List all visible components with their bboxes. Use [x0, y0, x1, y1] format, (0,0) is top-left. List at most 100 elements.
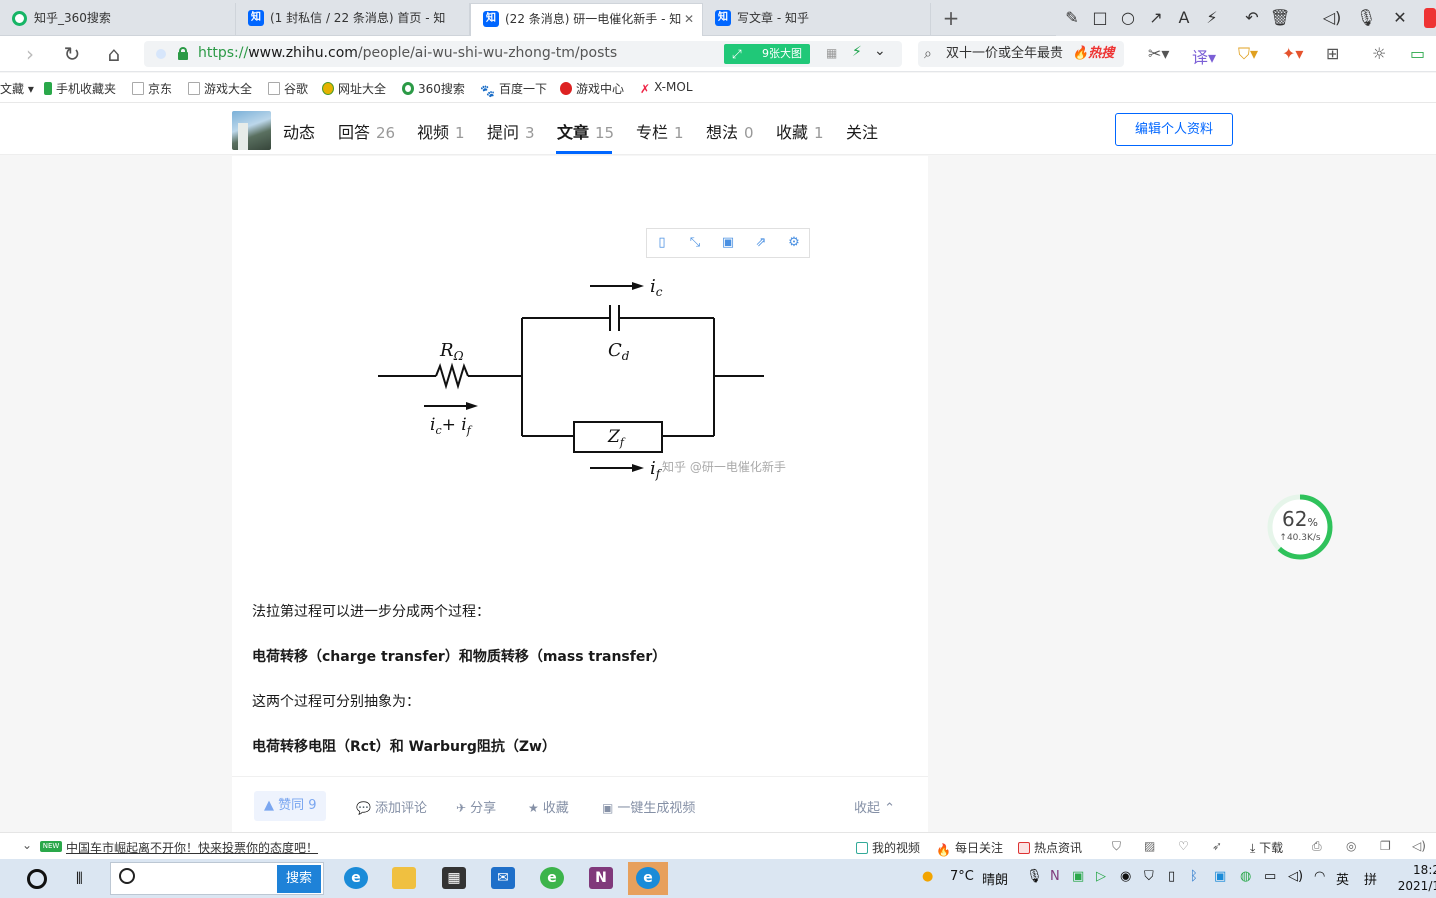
qr-code-icon[interactable]: ▦ — [826, 46, 837, 60]
tab-write-article[interactable]: 知 写文章 - 知乎 — [703, 3, 931, 36]
download-progress-ring[interactable]: 62% ↑40.3K/s — [1266, 493, 1334, 561]
wifi-icon[interactable]: ◠ — [1314, 869, 1325, 884]
ime-mode[interactable]: 拼 — [1364, 869, 1377, 888]
share-button[interactable]: ✈ 分享 — [456, 797, 496, 816]
undo-icon[interactable]: ↶ — [1242, 8, 1262, 28]
tab-360-search[interactable]: 知乎_360搜索 — [0, 3, 236, 36]
volume-icon[interactable]: ◁) — [1412, 839, 1426, 853]
ime-lang[interactable]: 英 — [1336, 869, 1349, 888]
tab-columns[interactable]: 专栏 1 — [636, 119, 684, 143]
tab-articles[interactable]: 文章 15 — [557, 119, 614, 143]
taskbar-mail[interactable]: ✉ — [483, 862, 523, 895]
bookmark-item[interactable]: 游戏大全 — [188, 80, 252, 97]
collapse-button[interactable]: 收起 ⌃ — [854, 797, 895, 816]
edit-profile-button[interactable]: 编辑个人资料 — [1115, 113, 1233, 146]
news-ticker-link[interactable]: 中国车市崛起离不开你！快来投票你的态度吧！ — [66, 839, 318, 856]
translate-icon[interactable]: 译▾ — [1192, 44, 1216, 68]
bookmark-item[interactable]: 谷歌 — [268, 80, 308, 97]
taskbar-ie[interactable]: e — [628, 862, 668, 895]
circle-icon[interactable]: ○ — [1118, 8, 1138, 28]
system-clock[interactable]: 18:2 2021/1 — [1396, 862, 1436, 894]
arrow-icon[interactable]: ↗ — [1146, 8, 1166, 28]
tab-videos[interactable]: 视频 1 — [417, 119, 465, 143]
onenote-tray-icon[interactable]: N — [1050, 869, 1060, 884]
rectangle-icon[interactable]: □ — [1090, 8, 1110, 28]
rocket-icon[interactable]: ➶ — [1212, 839, 1222, 853]
weather-temp[interactable]: 7°C — [950, 869, 974, 884]
taskbar-file-explorer[interactable] — [384, 862, 424, 895]
taskbar-store[interactable]: ▦ — [434, 862, 474, 895]
speed-mode-icon[interactable]: ⚡ — [852, 44, 862, 60]
comment-button[interactable]: 💬 添加评论 — [356, 797, 427, 816]
bookmark-item[interactable]: 京东 — [132, 80, 172, 97]
taskbar-search-button[interactable]: 搜索 — [277, 865, 321, 893]
close-icon[interactable]: ✕ — [1390, 8, 1410, 28]
bookmark-item[interactable]: 手机收藏夹 — [44, 80, 116, 97]
shield-icon[interactable]: ⛉▾ — [1238, 44, 1258, 64]
bookmark-item[interactable]: 🐾 百度一下 — [480, 80, 547, 98]
taskbar-onenote[interactable]: N — [581, 862, 621, 895]
tab-answers[interactable]: 回答 26 — [338, 119, 395, 143]
shield-icon[interactable]: ⛉ — [1144, 869, 1154, 884]
window-icon[interactable]: ❐ — [1380, 839, 1391, 853]
bookmark-item[interactable]: ✗ X-MOL — [640, 80, 693, 96]
text-icon[interactable]: A — [1174, 8, 1194, 28]
download-button[interactable]: ⤓ 下载 — [1250, 839, 1283, 856]
image-icon[interactable]: ▨ — [1144, 839, 1155, 853]
my-videos-button[interactable]: 我的视频 — [856, 839, 920, 856]
tab-thoughts[interactable]: 想法 0 — [706, 119, 754, 143]
edge-icon[interactable]: ◎ — [1346, 839, 1356, 853]
home-icon[interactable]: ⌂ — [102, 42, 126, 66]
favorite-button[interactable]: ★ 收藏 — [528, 797, 569, 816]
qq-icon[interactable]: ◉ — [1120, 869, 1131, 884]
cortana-circle-icon[interactable] — [27, 869, 47, 889]
tab-activity[interactable]: 动态 — [283, 119, 315, 143]
trash-icon[interactable]: 🗑 — [1270, 8, 1290, 28]
battery-icon[interactable]: ▭ — [1264, 869, 1276, 884]
new-tab-button[interactable]: + — [938, 4, 964, 32]
document-icon[interactable]: ▯ — [1168, 869, 1175, 884]
tab-zhihu-home[interactable]: 知 (1 封私信 / 22 条消息) 首页 - 知 — [236, 3, 470, 36]
close-icon[interactable]: ✕ — [684, 4, 694, 34]
taskbar-edge[interactable]: e — [336, 862, 376, 895]
bluetooth-icon[interactable]: ᛒ — [1190, 869, 1198, 884]
site-info-icon[interactable] — [156, 49, 166, 59]
shield-icon[interactable]: ⛉ — [1112, 839, 1121, 854]
taskbar-search-box[interactable]: 搜索 — [110, 862, 324, 895]
tab-following[interactable]: 关注 — [846, 119, 878, 143]
chevron-down-icon[interactable]: ⌄ — [22, 838, 32, 852]
tab-favorites[interactable]: 收藏 1 — [776, 119, 824, 143]
bookmark-item[interactable]: 360搜索 — [402, 80, 465, 97]
share-icon[interactable]: ⇗ — [752, 234, 770, 252]
microphone-icon[interactable]: 🎙 — [1026, 869, 1043, 884]
microphone-icon[interactable]: 🎙 — [1356, 8, 1376, 28]
magic-wand-icon[interactable]: ⚡ — [1202, 8, 1222, 28]
speaker-icon[interactable]: ◁) — [1322, 8, 1342, 28]
search-box[interactable]: ⌕ 双十一价或全年最贵 🔥热搜 — [918, 41, 1124, 67]
hot-news-button[interactable]: 热点资讯 — [1018, 839, 1082, 856]
play-icon[interactable]: ▷ — [1096, 869, 1106, 884]
bookmark-item[interactable]: 游戏中心 — [560, 80, 624, 97]
apps-grid-icon[interactable]: ⊞ — [1326, 44, 1339, 63]
globe-icon[interactable]: ◍ — [1240, 869, 1251, 884]
reload-icon[interactable]: ↻ — [60, 42, 84, 66]
battery-icon[interactable]: ▭ — [1410, 44, 1425, 63]
daily-follow-button[interactable]: 🔥 每日关注 — [936, 839, 1003, 857]
brightness-icon[interactable]: ☼ — [1372, 44, 1386, 63]
printer-icon[interactable]: ⎙ — [1312, 839, 1322, 854]
task-view-icon[interactable]: ⫴ — [76, 869, 83, 889]
bookmark-item[interactable]: 文藏 ▾ — [0, 80, 34, 97]
save-image-icon[interactable]: ▣ — [719, 234, 737, 252]
weather-desc[interactable]: 晴朗 — [982, 869, 1008, 888]
taskbar-360-browser[interactable]: e — [532, 862, 572, 895]
avatar[interactable] — [232, 111, 271, 150]
phone-view-icon[interactable]: ▯ — [653, 234, 671, 252]
scissors-icon[interactable]: ✂▾ — [1148, 44, 1169, 63]
settings-icon[interactable]: ⚙ — [785, 234, 803, 252]
wechat-icon[interactable]: ▣ — [1072, 869, 1084, 884]
bookmark-item[interactable]: 网址大全 — [322, 80, 386, 97]
address-bar[interactable]: https://www.zhihu.com/people/ai-wu-shi-w… — [144, 41, 902, 67]
upvote-button[interactable]: ▲ 赞同 9 — [254, 791, 326, 821]
generate-video-button[interactable]: ▣ 一键生成视频 — [602, 797, 695, 816]
qq-browser-icon[interactable]: ▣ — [1214, 869, 1226, 884]
